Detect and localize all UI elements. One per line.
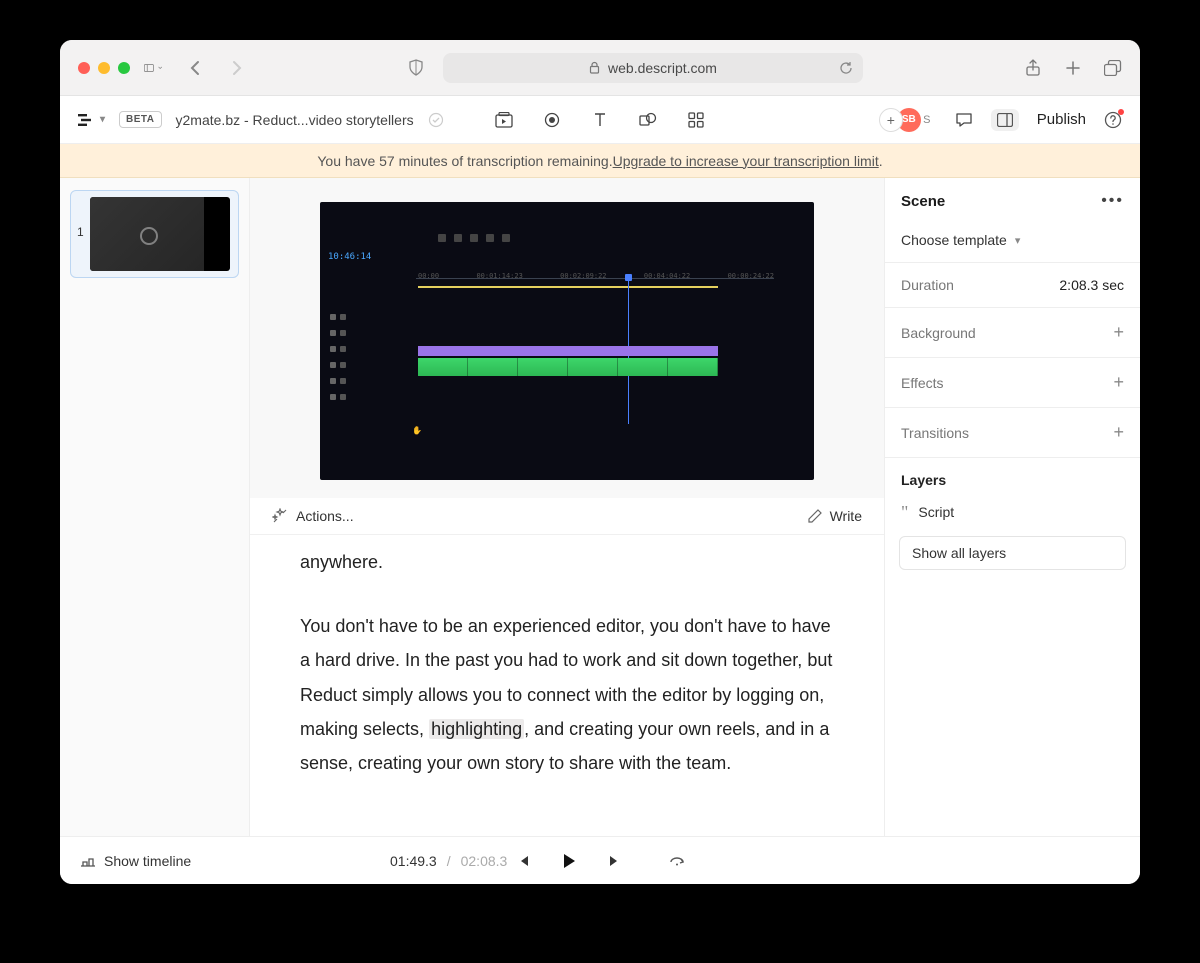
background-row[interactable]: Background + bbox=[885, 307, 1140, 357]
maximize-window-button[interactable] bbox=[118, 62, 130, 74]
skip-forward-button[interactable] bbox=[606, 852, 624, 870]
background-label: Background bbox=[901, 325, 976, 341]
share-button[interactable] bbox=[1024, 59, 1042, 77]
playback-controls bbox=[514, 852, 686, 870]
add-background-icon[interactable]: + bbox=[1113, 322, 1124, 343]
actions-label: Actions... bbox=[296, 508, 354, 524]
upgrade-link[interactable]: Upgrade to increase your transcription l… bbox=[613, 153, 879, 169]
add-transition-icon[interactable]: + bbox=[1113, 422, 1124, 443]
layers-title: Layers bbox=[885, 457, 1140, 496]
write-mode-button[interactable]: Write bbox=[808, 508, 862, 524]
sync-status-icon bbox=[428, 112, 444, 128]
minimize-window-button[interactable] bbox=[98, 62, 110, 74]
chevron-down-icon: ▾ bbox=[100, 114, 105, 125]
time-display: 01:49.3 / 02:08.3 bbox=[390, 853, 507, 869]
publish-button[interactable]: Publish bbox=[1037, 111, 1086, 128]
app-menu-button[interactable]: ▾ bbox=[78, 113, 105, 127]
script-icon: " bbox=[901, 508, 908, 517]
loop-button[interactable] bbox=[668, 852, 686, 870]
reload-button[interactable] bbox=[839, 61, 853, 75]
forward-button[interactable] bbox=[228, 59, 246, 77]
script-actions-bar: Actions... Write bbox=[250, 498, 884, 535]
templates-button[interactable] bbox=[686, 110, 706, 130]
layer-label: Script bbox=[918, 504, 954, 520]
playback-bar: Show timeline 01:49.3 / 02:08.3 bbox=[60, 836, 1140, 884]
close-window-button[interactable] bbox=[78, 62, 90, 74]
chevron-down-icon bbox=[158, 64, 162, 72]
descript-logo-icon bbox=[78, 113, 94, 127]
transcript-line[interactable]: anywhere. bbox=[300, 545, 834, 579]
panel-more-button[interactable]: ••• bbox=[1101, 192, 1124, 210]
address-bar[interactable]: web.descript.com bbox=[443, 53, 863, 83]
video-preview-area: 10:46:14 00:0000:01:14:2300:02:09:2200:0… bbox=[250, 178, 884, 498]
panel-title: Scene bbox=[901, 193, 945, 210]
record-button[interactable] bbox=[542, 110, 562, 130]
banner-text: You have 57 minutes of transcription rem… bbox=[317, 153, 612, 169]
effects-label: Effects bbox=[901, 375, 944, 391]
media-button[interactable] bbox=[494, 110, 514, 130]
new-tab-button[interactable] bbox=[1064, 59, 1082, 77]
timeline-icon bbox=[80, 855, 96, 867]
show-all-layers-button[interactable]: Show all layers bbox=[899, 536, 1126, 570]
lock-icon bbox=[589, 61, 600, 74]
pencil-icon bbox=[808, 509, 822, 523]
template-label: Choose template bbox=[901, 232, 1007, 248]
show-timeline-label: Show timeline bbox=[104, 853, 191, 869]
collaborators[interactable]: + SB S bbox=[879, 108, 937, 132]
write-label: Write bbox=[830, 508, 862, 524]
back-button[interactable] bbox=[186, 59, 204, 77]
toggle-properties-panel[interactable] bbox=[991, 109, 1019, 131]
privacy-shield-icon[interactable] bbox=[407, 59, 425, 77]
skip-back-button[interactable] bbox=[514, 852, 532, 870]
total-time: 02:08.3 bbox=[461, 853, 508, 869]
scene-thumbnail bbox=[90, 197, 230, 271]
scene-number: 1 bbox=[77, 197, 84, 239]
add-effect-icon[interactable]: + bbox=[1113, 372, 1124, 393]
duration-label: Duration bbox=[901, 277, 954, 293]
browser-toolbar: web.descript.com bbox=[60, 40, 1140, 96]
sidebar-toggle-button[interactable] bbox=[144, 59, 162, 77]
insert-tools bbox=[494, 110, 706, 130]
current-time: 01:49.3 bbox=[390, 853, 437, 869]
browser-window: web.descript.com ▾ bbox=[60, 40, 1140, 884]
effects-row[interactable]: Effects + bbox=[885, 357, 1140, 407]
transcription-limit-banner: You have 57 minutes of transcription rem… bbox=[60, 144, 1140, 178]
scenes-panel: 1 bbox=[60, 178, 250, 836]
comments-button[interactable] bbox=[955, 111, 973, 129]
play-button[interactable] bbox=[560, 852, 578, 870]
help-button[interactable] bbox=[1104, 111, 1122, 129]
duration-row: Duration 2:08.3 sec bbox=[885, 262, 1140, 307]
transitions-row[interactable]: Transitions + bbox=[885, 407, 1140, 457]
banner-suffix: . bbox=[879, 153, 883, 169]
add-collaborator-button[interactable]: + bbox=[879, 108, 903, 132]
video-canvas[interactable]: 10:46:14 00:0000:01:14:2300:02:09:2200:0… bbox=[320, 202, 814, 480]
actions-menu-button[interactable]: Actions... bbox=[272, 508, 354, 524]
choose-template-button[interactable]: Choose template ▾ bbox=[885, 224, 1140, 262]
sparkle-icon bbox=[272, 508, 288, 524]
project-title[interactable]: y2mate.bz - Reduct...video storytellers bbox=[176, 112, 414, 128]
show-timeline-button[interactable]: Show timeline bbox=[80, 853, 191, 869]
app-toolbar: ▾ BETA y2mate.bz - Reduct...video storyt… bbox=[60, 96, 1140, 144]
tabs-button[interactable] bbox=[1104, 59, 1122, 77]
layer-script[interactable]: " Script bbox=[885, 496, 1140, 528]
url-text: web.descript.com bbox=[608, 60, 717, 76]
highlight-span[interactable]: highlighting bbox=[429, 719, 524, 739]
text-button[interactable] bbox=[590, 110, 610, 130]
properties-panel: Scene ••• Choose template ▾ Duration 2:0… bbox=[884, 178, 1140, 836]
editor-panel: 10:46:14 00:0000:01:14:2300:02:09:2200:0… bbox=[250, 178, 884, 836]
transcript-paragraph[interactable]: You don't have to be an experienced edit… bbox=[300, 609, 834, 780]
beta-badge: BETA bbox=[119, 111, 161, 128]
transitions-label: Transitions bbox=[901, 425, 969, 441]
shapes-button[interactable] bbox=[638, 110, 658, 130]
chevron-down-icon: ▾ bbox=[1015, 234, 1021, 247]
window-controls bbox=[78, 62, 130, 74]
transcript-editor[interactable]: anywhere. You don't have to be an experi… bbox=[250, 535, 884, 800]
duration-value: 2:08.3 sec bbox=[1059, 277, 1124, 293]
scene-item-1[interactable]: 1 bbox=[70, 190, 239, 278]
panel-icon bbox=[997, 113, 1013, 127]
time-separator: / bbox=[447, 853, 451, 869]
nle-timecode: 10:46:14 bbox=[328, 252, 371, 262]
